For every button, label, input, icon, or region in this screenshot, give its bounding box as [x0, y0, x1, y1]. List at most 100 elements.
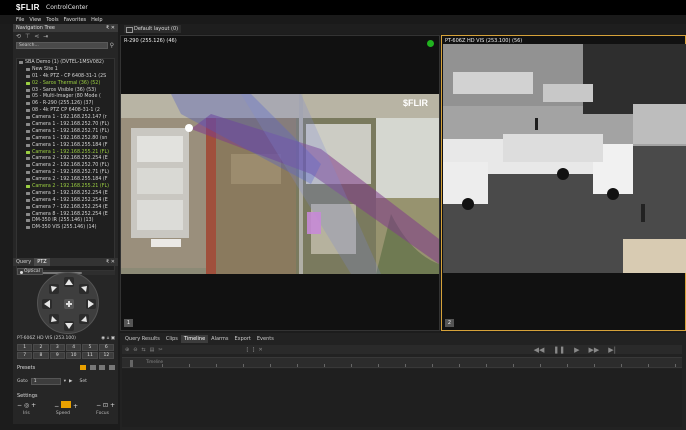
tree-item[interactable]: DM-350 IR (255.146) (13) [17, 217, 114, 224]
tab-alarms[interactable]: Alarms [208, 335, 231, 343]
tree-item[interactable]: 08 - 4k PTZ CP 6408-31-1 (2 [17, 107, 114, 114]
ptz-right-button[interactable] [86, 299, 96, 309]
menu-tools[interactable]: Tools [46, 17, 58, 23]
tree-item[interactable]: Camera 2 - 192.168.255.21 (FL) [17, 183, 114, 190]
tree-item[interactable]: Camera 8 - 192.168.252.254 (E [17, 211, 114, 218]
keypad-button[interactable]: 11 [82, 352, 98, 359]
menu-help[interactable]: Help [91, 17, 102, 23]
expand-icon[interactable]: ⇥ [43, 33, 48, 40]
ptz-down-left-button[interactable] [49, 314, 59, 324]
menu-view[interactable]: View [29, 17, 41, 23]
timeline-search-icon[interactable]: ⊖ [133, 347, 137, 353]
speed-minus-button[interactable]: − [54, 403, 59, 410]
speed-plus-button[interactable]: + [73, 403, 78, 410]
tree-item[interactable]: Camera 2 - 192.168.252.70 (FL) [17, 162, 114, 169]
ptz-up-right-button[interactable] [79, 284, 89, 294]
speed-indicator[interactable] [61, 400, 72, 408]
tree-item[interactable]: Camera 1 - 192.168.252.71 (FL) [17, 128, 114, 135]
tree-item[interactable]: Camera 1 - 192.168.252.80 (sn [17, 135, 114, 142]
timeline-zoom-icon[interactable]: ⊕ [125, 347, 129, 353]
tree-item[interactable]: 06 - R-290 (255.126) (37) [17, 100, 114, 107]
menu-file[interactable]: File [16, 17, 24, 23]
tree-item[interactable]: Camera 1 - 192.168.252.147 (r [17, 114, 114, 121]
video-pane-2[interactable]: PT-606Z HD VIS (253.100) (56) 2 [441, 35, 686, 331]
keypad-button[interactable]: 10 [65, 352, 82, 359]
ptz-up-button[interactable] [64, 277, 74, 287]
ptz-pin-close-icon[interactable]: ₹ ✕ [106, 258, 115, 266]
tree-item[interactable]: SBA Demo (1) (DVTEL-1MSV082) [17, 59, 114, 66]
keypad-button[interactable]: 1 [17, 344, 33, 351]
ptz-down-button[interactable] [64, 321, 74, 331]
tree-item[interactable]: Camera 2 - 192.168.255.184 (F [17, 176, 114, 183]
keypad-button[interactable]: 5 [82, 344, 98, 351]
preset-number-field[interactable]: 1 [30, 377, 61, 385]
search-input[interactable]: Search... [16, 42, 108, 49]
tree-item[interactable]: 02 - Saros Thermal (36) (52) [17, 80, 114, 87]
camera-icon[interactable]: ◉ [101, 336, 105, 341]
tab-query-results[interactable]: Query Results [122, 335, 163, 343]
timeline-playhead[interactable] [130, 360, 133, 367]
keypad-button[interactable]: 4 [65, 344, 82, 351]
tree-item[interactable]: 05 - Multi-Imager (80 Mode ( [17, 93, 114, 100]
tree-item[interactable]: 01 - 4k PTZ - CP 6408-31-1 (2S [17, 73, 114, 80]
timeline-lock-icon[interactable]: ▤ [150, 347, 155, 353]
ptz-left-button[interactable] [42, 299, 52, 309]
keypad-button[interactable]: 7 [17, 352, 33, 359]
tab-timeline[interactable]: Timeline [180, 335, 209, 343]
tree-item[interactable]: Camera 1 - 192.168.255.21 (FL) [17, 149, 114, 156]
preset-tour-icon[interactable] [109, 364, 115, 370]
timeline-range-end-icon[interactable]: ] [253, 347, 255, 353]
collapse-icon[interactable]: ⋖ [34, 33, 39, 40]
timeline-clear-icon[interactable]: ✕ [258, 347, 262, 353]
timeline-sync-icon[interactable]: ⇆ [141, 347, 145, 353]
preset-list-icon[interactable] [99, 364, 106, 370]
video-pane-1[interactable]: R-290 (255.126) (46) $FLIR 1 [120, 35, 440, 331]
preset-dropdown-icon[interactable]: ▾ [64, 379, 66, 384]
home-icon[interactable]: ⌂ [106, 336, 109, 341]
keypad-button[interactable]: 2 [33, 344, 49, 351]
ptz-joystick[interactable] [37, 272, 99, 334]
timeline-ruler[interactable]: Timeline [122, 357, 682, 368]
timeline-body[interactable] [122, 369, 682, 427]
iris-plus-button[interactable]: + [31, 402, 36, 409]
ptz-up-left-button[interactable] [49, 284, 59, 294]
fast-forward-icon[interactable]: ▶▶ [588, 346, 599, 354]
ptz-down-right-button[interactable] [79, 314, 89, 324]
keypad-button[interactable]: 12 [98, 352, 114, 359]
tree-item[interactable]: Camera 1 - 192.168.255.184 (F [17, 142, 114, 149]
lock-icon[interactable]: ▣ [111, 336, 115, 341]
search-options-icon[interactable]: ⚲ [110, 42, 114, 49]
tab-events[interactable]: Events [254, 335, 277, 343]
menu-favorites[interactable]: Favorites [64, 17, 87, 23]
set-label[interactable]: Set [80, 379, 87, 384]
pause-icon[interactable]: ❚❚ [553, 346, 565, 354]
optical-radio[interactable]: Optical [17, 268, 43, 275]
tree-item[interactable]: New Site 1 [17, 66, 114, 73]
focus-plus-button[interactable]: + [110, 402, 115, 409]
timeline-clip-icon[interactable]: ✂ [158, 347, 162, 353]
tab-default-layout[interactable]: Default layout (0) [124, 25, 182, 33]
panel-pin-close-icon[interactable]: ₹ ✕ [106, 25, 115, 31]
tree-item[interactable]: Camera 2 - 192.168.252.254 (E [17, 155, 114, 162]
tree-item[interactable]: 03 - Saros Visible (36) (53) [17, 87, 114, 94]
focus-minus-button[interactable]: − [96, 402, 101, 409]
rewind-icon[interactable]: ◀◀ [534, 346, 545, 354]
iris-minus-button[interactable]: − [17, 402, 22, 409]
tab-ptz[interactable]: PTZ [34, 258, 50, 266]
tab-query[interactable]: Query [13, 258, 34, 266]
skip-end-icon[interactable]: ▶| [608, 346, 616, 354]
tree-item[interactable]: Camera 7 - 192.168.252.254 (E [17, 204, 114, 211]
play-icon[interactable]: ▶ [574, 346, 579, 354]
filter-icon[interactable]: ⊤ [25, 33, 30, 40]
tab-export[interactable]: Export [232, 335, 254, 343]
refresh-icon[interactable]: ⟲ [16, 33, 21, 40]
keypad-button[interactable]: 6 [98, 344, 114, 351]
preset-add-icon[interactable] [80, 364, 87, 370]
timeline-range-start-icon[interactable]: [ [247, 347, 249, 353]
keypad-button[interactable]: 9 [49, 352, 65, 359]
tree-item[interactable]: Camera 2 - 192.168.252.71 (FL) [17, 169, 114, 176]
tree-item[interactable]: Camera 1 - 192.168.252.70 (FL) [17, 121, 114, 128]
tree-item[interactable]: Camera 3 - 192.168.252.254 (E [17, 190, 114, 197]
tab-clips[interactable]: Clips [163, 335, 181, 343]
keypad-button[interactable]: 8 [33, 352, 49, 359]
